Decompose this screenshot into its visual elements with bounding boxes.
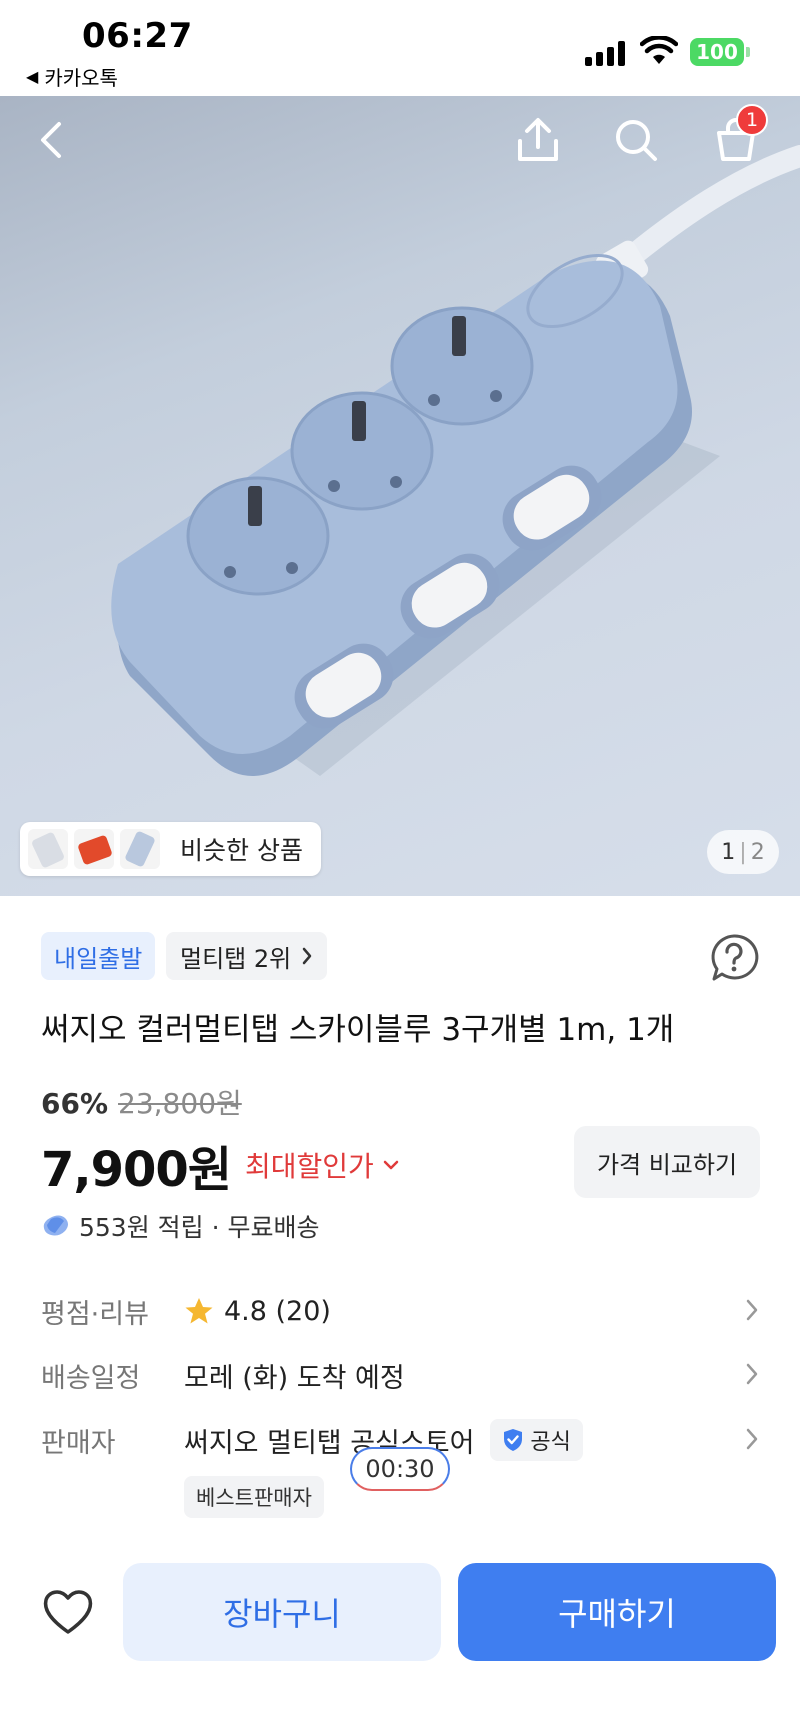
cart-button[interactable]: 1 [706,104,768,170]
wifi-icon [640,36,678,64]
buy-now-button[interactable]: 구매하기 [458,1563,776,1661]
max-discount-label: 최대할인가 [245,1150,374,1183]
price-row: 7,900원 최대할인가 [41,1130,400,1200]
points-text: 553원 적립 · 무료배송 [79,1213,320,1242]
chevron-down-icon [383,1160,399,1170]
back-to-app-link[interactable]: ◀ 카카오톡 [26,62,118,91]
similar-products-label: 비슷한 상품 [180,836,303,865]
official-badge: 공식 [490,1419,583,1461]
sale-price: 7,900원 [41,1142,232,1198]
seller-label: 판매자 [41,1427,116,1459]
pager-separator: | [739,839,747,865]
search-button[interactable] [606,110,666,170]
points-gem-icon [43,1215,68,1236]
shipping-value: 모레 (화) 도착 예정 [184,1362,405,1394]
shield-check-icon [504,1429,523,1451]
back-triangle-icon: ◀ [26,67,39,86]
product-image[interactable]: 1 비슷한 상품 1 | 2 [0,96,800,896]
cart-count-badge: 1 [736,104,768,136]
cellular-signal-icon [585,40,625,66]
similar-thumb-2 [74,829,114,869]
similar-thumb-3 [120,829,160,869]
chevron-right-icon [302,947,312,965]
status-bar: 06:27 ◀ 카카오톡 100 [0,0,800,96]
pager-current: 1 [721,839,736,865]
back-app-label: 카카오톡 [44,66,118,90]
rank-tag[interactable]: 멀티탭 2위 [166,932,328,980]
best-seller-badge: 베스트판매자 [184,1476,324,1518]
power-strip-illustration [111,145,800,776]
help-button[interactable] [708,932,760,984]
bottom-action-bar: 장바구니 구매하기 [0,1540,800,1731]
chevron-right-icon [746,1428,758,1450]
battery-tip-icon [746,47,750,57]
official-badge-label: 공식 [530,1430,571,1455]
image-pager: 1 | 2 [707,830,779,874]
battery-indicator: 100 [690,38,744,66]
timer-badge[interactable]: 00:30 [350,1447,450,1491]
rank-tag-label: 멀티탭 2위 [180,944,292,973]
rating-label: 평점·리뷰 [41,1298,149,1330]
share-icon [518,118,558,161]
shipping-row[interactable]: 배송일정 모레 (화) 도착 예정 [41,1353,760,1397]
product-title: 써지오 컬러멀티탭 스카이블루 3구개별 1m, 1개 [41,1012,675,1048]
status-time: 06:27 [82,16,193,56]
star-icon [185,1298,213,1324]
shipping-label: 배송일정 [41,1362,141,1394]
share-button[interactable] [508,110,568,170]
original-price: 23,800원 [118,1087,242,1120]
discount-row: 66% 23,800원 [41,1082,242,1122]
similar-products-button[interactable]: 비슷한 상품 [20,822,321,876]
delivery-tag: 내일출발 [41,932,156,980]
compare-price-button[interactable]: 가격 비교하기 [574,1126,760,1198]
chevron-left-icon [41,122,61,158]
max-discount-toggle[interactable]: 최대할인가 [245,1145,400,1185]
search-icon [616,120,657,161]
discount-percent: 66% [41,1087,109,1120]
chevron-right-icon [746,1299,758,1321]
rating-value: 4.8 (20) [224,1295,331,1327]
back-button[interactable] [22,110,82,170]
heart-icon [43,1590,93,1634]
points-row: 553원 적립 · 무료배송 [41,1208,320,1244]
similar-thumb-1 [28,829,68,869]
wishlist-button[interactable] [40,1584,96,1640]
pager-total: 2 [750,839,765,865]
add-to-cart-button[interactable]: 장바구니 [123,1563,441,1661]
question-bubble-icon [711,934,759,981]
chevron-right-icon [746,1363,758,1385]
rating-row[interactable]: 평점·리뷰 4.8 (20) [41,1289,760,1333]
